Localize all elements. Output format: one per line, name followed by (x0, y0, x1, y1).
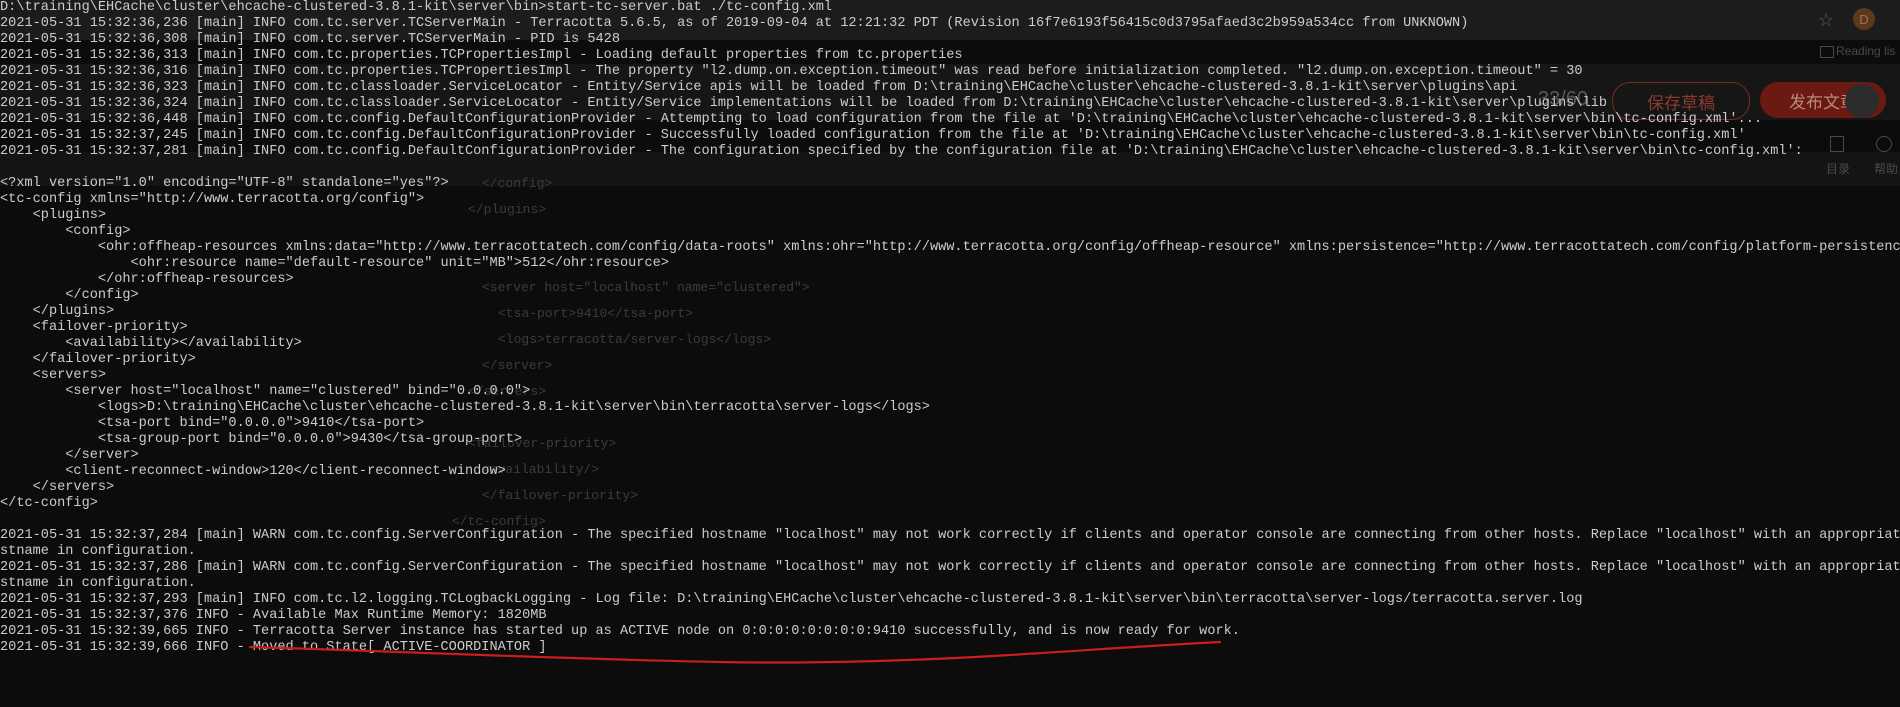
console-line: </plugins> (0, 304, 115, 319)
console-line: <plugins> (0, 208, 107, 223)
console-line: 2021-05-31 15:32:39,666 INFO - Moved to … (0, 640, 547, 655)
console-line: <tc-config xmlns="http://www.terracotta.… (0, 192, 425, 207)
console-line: 2021-05-31 15:32:36,324 [main] INFO com.… (0, 96, 1608, 111)
console-line: 2021-05-31 15:32:36,308 [main] INFO com.… (0, 32, 620, 47)
console-line: <servers> (0, 368, 107, 383)
console-line: <tsa-group-port bind="0.0.0.0">9430</tsa… (0, 432, 523, 447)
console-line: 2021-05-31 15:32:37,286 [main] WARN com.… (0, 560, 1900, 575)
console-line: 2021-05-31 15:32:36,448 [main] INFO com.… (0, 112, 1763, 127)
console-line: 2021-05-31 15:32:36,236 [main] INFO com.… (0, 16, 1469, 31)
console-line: 2021-05-31 15:32:36,323 [main] INFO com.… (0, 80, 1518, 95)
console-line: <client-reconnect-window>120</client-rec… (0, 464, 506, 479)
console-line: 2021-05-31 15:32:37,293 [main] INFO com.… (0, 592, 1583, 607)
console-line: <failover-priority> (0, 320, 188, 335)
console-line: <config> (0, 224, 131, 239)
console-line: 2021-05-31 15:32:36,313 [main] INFO com.… (0, 48, 963, 63)
console-line: <ohr:offheap-resources xmlns:data="http:… (0, 240, 1900, 255)
console-line: </config> (0, 288, 139, 303)
console-line: <availability></availability> (0, 336, 302, 351)
console-line: stname in configuration. (0, 544, 196, 559)
console-output[interactable]: D:\training\EHCache\cluster\ehcache-clus… (0, 0, 1900, 707)
console-line: 2021-05-31 15:32:37,376 INFO - Available… (0, 608, 547, 623)
console-line: </ohr:offheap-resources> (0, 272, 294, 287)
console-line: 2021-05-31 15:32:39,665 INFO - Terracott… (0, 624, 1240, 639)
console-line: 2021-05-31 15:32:37,284 [main] WARN com.… (0, 528, 1900, 543)
console-line: <?xml version="1.0" encoding="UTF-8" sta… (0, 176, 449, 191)
console-line: 2021-05-31 15:32:37,281 [main] INFO com.… (0, 144, 1803, 159)
console-line: </tc-config> (0, 496, 98, 511)
console-line: stname in configuration. (0, 576, 196, 591)
console-line: <tsa-port bind="0.0.0.0">9410</tsa-port> (0, 416, 425, 431)
console-line: </servers> (0, 480, 115, 495)
console-line: </server> (0, 448, 139, 463)
console-line: 2021-05-31 15:32:36,316 [main] INFO com.… (0, 64, 1583, 79)
console-line: </failover-priority> (0, 352, 196, 367)
console-line: <ohr:resource name="default-resource" un… (0, 256, 669, 271)
console-line: 2021-05-31 15:32:37,245 [main] INFO com.… (0, 128, 1746, 143)
console-line: D:\training\EHCache\cluster\ehcache-clus… (0, 0, 833, 15)
console-line: <server host="localhost" name="clustered… (0, 384, 531, 399)
console-line: <logs>D:\training\EHCache\cluster\ehcach… (0, 400, 930, 415)
screenshot-stage: ☆ D Reading lis 33/60 保存草稿 发布文章 目录 帮助 </… (0, 0, 1900, 707)
